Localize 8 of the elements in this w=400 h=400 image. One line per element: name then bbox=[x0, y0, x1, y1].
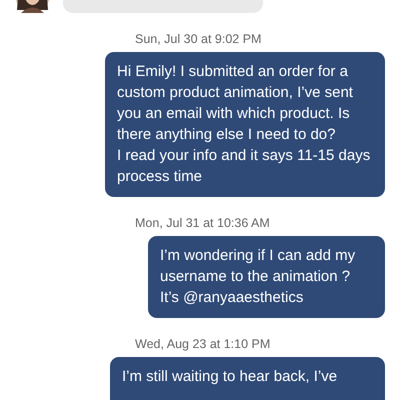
message-text: It’s @ranyaaesthetics bbox=[160, 288, 304, 308]
message-text: I’m still waiting to hear back, I’ve bbox=[122, 367, 338, 387]
message-timestamp: Wed, Aug 23 at 1:10 PM bbox=[135, 337, 270, 351]
message-text: Hi Emily! I submitted an order for a custom product animation, I’ve sent you an email with which product. Is there anything else I need to do? bbox=[117, 62, 354, 145]
message-text: I read your info and it says 11-15 days process time bbox=[117, 146, 372, 187]
message-text: I’m wondering if I can add my username to the animation ? bbox=[160, 246, 356, 287]
message-timestamp: Mon, Jul 31 at 10:36 AM bbox=[135, 216, 270, 230]
message-timestamp: Sun, Jul 30 at 9:02 PM bbox=[135, 32, 262, 46]
